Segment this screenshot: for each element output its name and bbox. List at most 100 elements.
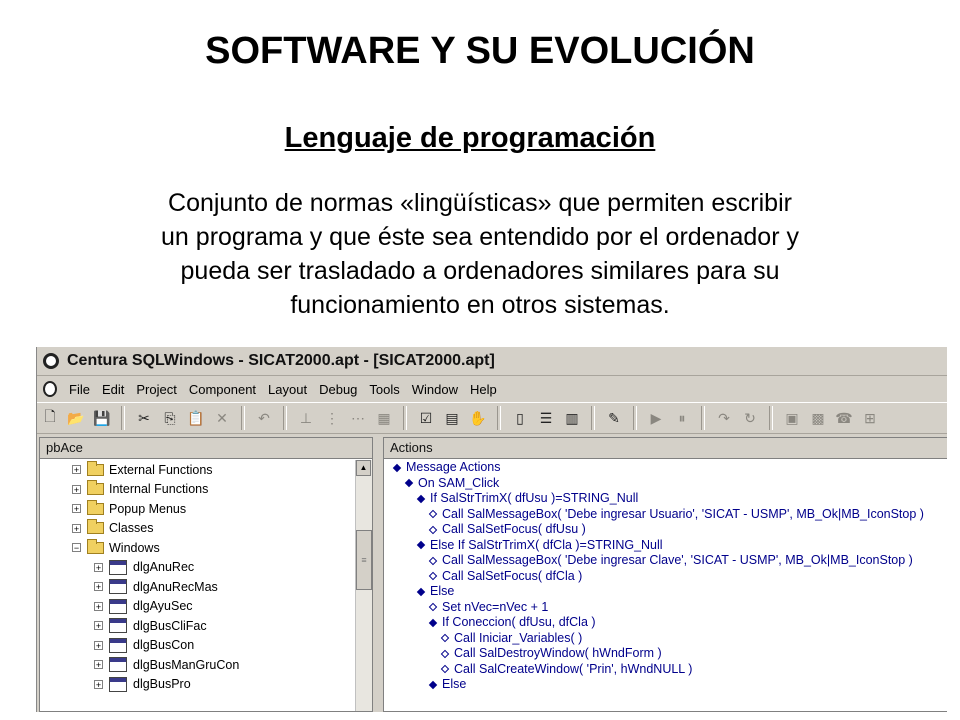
step-icon[interactable]: ↷ bbox=[713, 407, 735, 429]
expand-icon[interactable]: + bbox=[94, 679, 103, 689]
code-text: Call Iniciar_Variables( ) bbox=[454, 630, 583, 645]
distribute-icon[interactable]: ⋮ bbox=[321, 407, 343, 429]
code-text: Call SalCreateWindow( 'Prin', hWndNULL ) bbox=[454, 661, 693, 676]
window-title: Centura SQLWindows - SICAT2000.apt - [SI… bbox=[67, 352, 495, 369]
expand-icon[interactable]: + bbox=[94, 660, 103, 670]
scroll-up-arrow-icon[interactable]: ▲ bbox=[356, 460, 371, 476]
wand-icon[interactable]: ✎ bbox=[603, 407, 625, 429]
code-line[interactable]: On SAM_Click bbox=[384, 476, 947, 492]
pause-icon[interactable]: ⏸ bbox=[671, 407, 693, 429]
menu-file[interactable]: File bbox=[63, 382, 96, 397]
code-text: Call SalSetFocus( dfUsu ) bbox=[442, 522, 586, 536]
menu-window[interactable]: Window bbox=[406, 382, 464, 397]
tree-item[interactable]: + dlgAnuRec bbox=[40, 558, 354, 578]
code-text: Call SalSetFocus( dfCla ) bbox=[442, 568, 583, 583]
code-line[interactable]: If SalStrTrimX( dfUsu )=STRING_Null bbox=[384, 491, 947, 507]
menu-help[interactable]: Help bbox=[464, 382, 503, 397]
expand-icon[interactable]: + bbox=[72, 465, 81, 475]
outline-scrollbar[interactable]: ▲ ≡ bbox=[355, 460, 372, 711]
delete-icon[interactable]: ✕ bbox=[211, 407, 233, 429]
table-icon[interactable]: ▦ bbox=[373, 407, 395, 429]
code-line[interactable]: Call SalDestroyWindow( hWndForm ) bbox=[384, 646, 947, 662]
code-text: Set nVec=nVec + 1 bbox=[442, 599, 549, 614]
hollow-diamond-icon bbox=[428, 510, 438, 519]
menu-layout[interactable]: Layout bbox=[262, 382, 313, 397]
collapse-icon[interactable]: − bbox=[72, 543, 81, 553]
save-icon[interactable]: 💾 bbox=[91, 407, 113, 429]
code-text: Call SalMessageBox( 'Debe ingresar Clave… bbox=[442, 553, 913, 567]
filled-diamond-icon bbox=[416, 587, 426, 596]
run-icon[interactable]: ▶ bbox=[645, 407, 667, 429]
code-line[interactable]: Call SalMessageBox( 'Debe ingresar Clave… bbox=[384, 553, 947, 569]
code-line[interactable]: Call SalCreateWindow( 'Prin', hWndNULL ) bbox=[384, 662, 947, 678]
tree-item[interactable]: + dlgBusPro bbox=[40, 675, 354, 695]
menu-component[interactable]: Component bbox=[183, 382, 262, 397]
tree-item[interactable]: − Windows bbox=[40, 538, 354, 558]
expand-icon[interactable]: + bbox=[94, 640, 103, 650]
tree-item[interactable]: + dlgAnuRecMas bbox=[40, 577, 354, 597]
list-icon[interactable]: ☰ bbox=[535, 407, 557, 429]
code-line[interactable]: If Coneccion( dfUsu, dfCla ) bbox=[384, 615, 947, 631]
menu-project[interactable]: Project bbox=[130, 382, 182, 397]
code-line[interactable]: Set nVec=nVec + 1 bbox=[384, 600, 947, 616]
outline-tree: + External Functions + Internal Functions + P… bbox=[40, 460, 354, 711]
expand-icon[interactable]: + bbox=[72, 484, 81, 494]
paste-icon[interactable]: 📋 bbox=[185, 407, 207, 429]
code-line[interactable]: Else bbox=[384, 584, 947, 600]
filled-diamond-icon bbox=[416, 494, 426, 503]
code-line[interactable]: Call Iniciar_Variables( ) bbox=[384, 631, 947, 647]
grid-icon[interactable]: ⋯ bbox=[347, 407, 369, 429]
tree-item[interactable]: + Popup Menus bbox=[40, 499, 354, 519]
expand-icon[interactable]: + bbox=[94, 582, 103, 592]
scroll-thumb[interactable]: ≡ bbox=[356, 530, 372, 590]
tree-item[interactable]: + dlgAyuSec bbox=[40, 597, 354, 617]
tree-item[interactable]: + dlgBusManGruCon bbox=[40, 655, 354, 675]
form-icon[interactable]: ▯ bbox=[509, 407, 531, 429]
window-titlebar[interactable]: Centura SQLWindows - SICAT2000.apt - [SI… bbox=[37, 347, 947, 376]
expand-icon[interactable]: + bbox=[94, 621, 103, 631]
calc-icon[interactable]: ▣ bbox=[781, 407, 803, 429]
sqlwindows-screenshot: Centura SQLWindows - SICAT2000.apt - [SI… bbox=[36, 347, 947, 712]
expand-icon[interactable]: + bbox=[94, 601, 103, 611]
expand-icon[interactable]: + bbox=[72, 504, 81, 514]
code-line[interactable]: Else If SalStrTrimX( dfCla )=STRING_Null bbox=[384, 538, 947, 554]
toolbar: 🗋 📂 💾 ✂ ⎘ 📋 ✕ ↶ ⊥ ⋮ ⋯ ▦ ☑ ▤ ✋ ▯ ☰ ▥ ✎ ▶ ⏸ ↷ ↻ ▣ ▩ ☎ ⊞ bbox=[37, 402, 947, 434]
tree-item-label: dlgBusCon bbox=[133, 638, 195, 653]
cut-icon[interactable]: ✂ bbox=[133, 407, 155, 429]
tree-item[interactable]: + Classes bbox=[40, 519, 354, 539]
tree-item[interactable]: + Internal Functions bbox=[40, 480, 354, 500]
expand-icon[interactable]: + bbox=[72, 523, 81, 533]
menu-tools[interactable]: Tools bbox=[363, 382, 405, 397]
outline-icon[interactable]: ▤ bbox=[441, 407, 463, 429]
debug-icon[interactable]: ⊞ bbox=[859, 407, 881, 429]
code-line[interactable]: Message Actions bbox=[384, 460, 947, 476]
check-icon[interactable]: ☑ bbox=[415, 407, 437, 429]
tree-item-label: dlgAnuRec bbox=[133, 560, 195, 575]
code-line[interactable]: Call SalSetFocus( dfCla ) bbox=[384, 569, 947, 585]
grid-window-icon[interactable]: ▥ bbox=[561, 407, 583, 429]
code-line[interactable]: Call SalMessageBox( 'Debe ingresar Usuar… bbox=[384, 507, 947, 523]
code-line[interactable]: Call SalSetFocus( dfUsu ) bbox=[384, 522, 947, 538]
copy-icon[interactable]: ⎘ bbox=[159, 407, 181, 429]
align-icon[interactable]: ⊥ bbox=[295, 407, 317, 429]
code-line[interactable]: Else bbox=[384, 677, 947, 693]
tree-item[interactable]: + External Functions bbox=[40, 460, 354, 480]
phone-icon[interactable]: ☎ bbox=[833, 407, 855, 429]
tree-item[interactable]: + dlgBusCon bbox=[40, 636, 354, 656]
expand-icon[interactable]: + bbox=[94, 562, 103, 572]
tree-item[interactable]: + dlgBusCliFac bbox=[40, 616, 354, 636]
document-icon[interactable] bbox=[43, 381, 57, 397]
hand-icon[interactable]: ✋ bbox=[467, 407, 489, 429]
tree-item-label: Internal Functions bbox=[109, 482, 209, 497]
menu-debug[interactable]: Debug bbox=[313, 382, 363, 397]
open-icon[interactable]: 📂 bbox=[65, 407, 87, 429]
undo-icon[interactable]: ↶ bbox=[253, 407, 275, 429]
paragraph-line: Conjunto de normas «lingüísticas» que pe… bbox=[168, 189, 792, 217]
dialog-icon bbox=[109, 559, 127, 575]
menu-edit[interactable]: Edit bbox=[96, 382, 130, 397]
tree-item-label: External Functions bbox=[109, 462, 213, 477]
db-icon[interactable]: ▩ bbox=[807, 407, 829, 429]
step-over-icon[interactable]: ↻ bbox=[739, 407, 761, 429]
new-icon[interactable]: 🗋 bbox=[39, 407, 61, 429]
toolbar-separator bbox=[497, 406, 501, 430]
